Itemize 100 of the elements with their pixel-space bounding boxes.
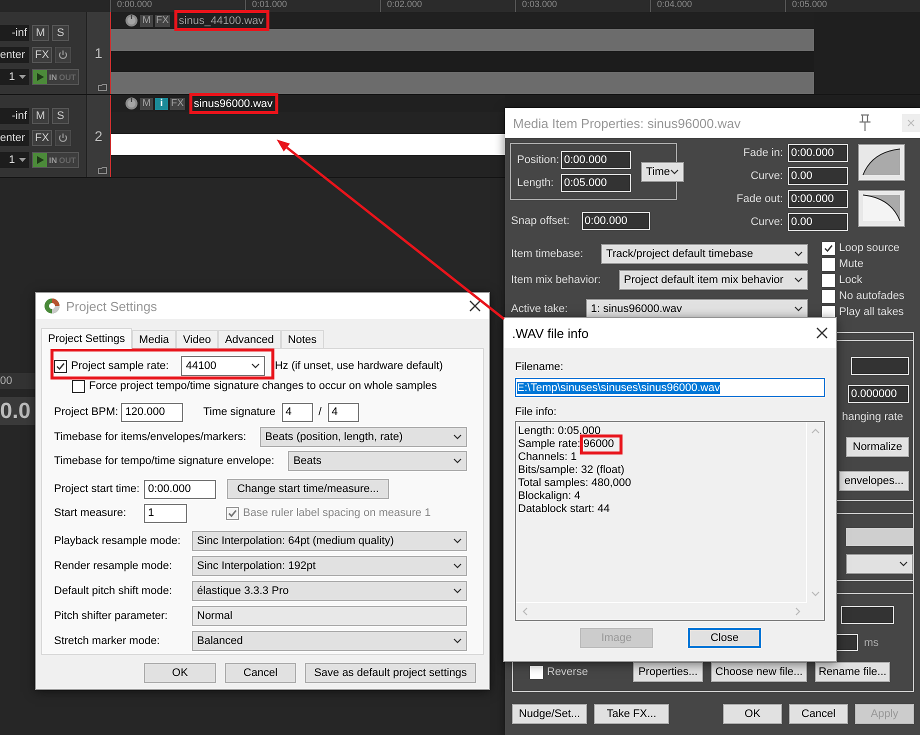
- mute-button[interactable]: M: [140, 98, 153, 110]
- input-field[interactable]: 0.000000: [848, 385, 909, 403]
- input-field[interactable]: [841, 606, 894, 624]
- dropdown[interactable]: Sinc Interpolation: 64pt (medium quality): [192, 531, 467, 551]
- pin-icon[interactable]: [858, 114, 872, 132]
- input-field[interactable]: 0:00.000: [788, 190, 848, 208]
- field-label: Filename:: [515, 361, 564, 373]
- knob-icon[interactable]: [125, 14, 138, 27]
- input-field[interactable]: 1: [0, 152, 29, 168]
- dropdown[interactable]: Track/project default timebase: [601, 244, 808, 264]
- fx-button[interactable]: FX: [155, 14, 170, 26]
- field-label: Fade out:: [736, 192, 783, 207]
- dropdown[interactable]: Project default item mix behavior: [618, 270, 808, 290]
- pan-field[interactable]: enter: [0, 47, 29, 63]
- power-icon[interactable]: [55, 130, 72, 146]
- field-label: Time signature: [203, 406, 276, 418]
- folder-icon[interactable]: [98, 167, 107, 174]
- field-label: Project sample rate:: [71, 360, 169, 372]
- mute-button[interactable]: M: [32, 25, 49, 41]
- input-field[interactable]: 1: [0, 69, 29, 85]
- info-button[interactable]: i: [155, 98, 168, 110]
- mute-button[interactable]: M: [140, 14, 153, 26]
- tab[interactable]: Notes: [280, 330, 324, 348]
- dropdown[interactable]: Sinc Interpolation: 192pt: [192, 556, 467, 576]
- checkbox[interactable]: [530, 666, 543, 678]
- input-field[interactable]: 4: [328, 402, 359, 422]
- track-number: 1: [94, 45, 102, 61]
- solo-button[interactable]: S: [52, 108, 69, 124]
- normalize-button[interactable]: Normalize: [846, 437, 909, 457]
- close-button[interactable]: Close: [688, 628, 761, 648]
- solo-button[interactable]: S: [52, 25, 69, 41]
- checkbox-label: Mute: [839, 258, 864, 270]
- input-field[interactable]: 0:00.000: [561, 151, 631, 169]
- save-default-button[interactable]: Save as default project settings: [305, 663, 476, 683]
- input-field[interactable]: 120.000: [121, 402, 184, 422]
- field-label: Render resample mode:: [54, 560, 174, 572]
- dropdown[interactable]: élastique 3.3.3 Pro: [192, 581, 467, 601]
- tab[interactable]: Advanced: [218, 330, 281, 348]
- envelopes-button[interactable]: envelopes...: [839, 471, 909, 491]
- checkbox[interactable]: [54, 360, 67, 372]
- cancel-button[interactable]: Cancel: [225, 663, 296, 683]
- fx-button[interactable]: FX: [32, 130, 52, 146]
- rename-file-button[interactable]: Rename file...: [815, 662, 890, 682]
- properties-button[interactable]: Properties...: [633, 662, 703, 682]
- pan-field[interactable]: enter: [0, 130, 29, 146]
- checkbox[interactable]: [822, 274, 835, 286]
- caret-icon: [453, 563, 462, 569]
- input-field[interactable]: Normal: [192, 606, 467, 626]
- dropdown[interactable]: 1: sinus96000.wav: [586, 299, 808, 319]
- input-field[interactable]: 4: [282, 402, 313, 422]
- checkbox-label: Loop source: [839, 242, 900, 254]
- tab[interactable]: Video: [176, 330, 218, 348]
- dialog-button[interactable]: Nudge/Set...: [512, 704, 587, 724]
- choose-file-button[interactable]: Choose new file...: [711, 662, 807, 682]
- checkbox[interactable]: [72, 380, 85, 392]
- volume-field[interactable]: -inf: [0, 108, 29, 124]
- separator-text: /: [318, 406, 322, 418]
- fade-out-curve-drawing[interactable]: [858, 190, 905, 227]
- input-field[interactable]: [846, 528, 913, 546]
- input-field[interactable]: [851, 357, 909, 375]
- dropdown[interactable]: 44100: [180, 356, 265, 376]
- filename-field[interactable]: E:\Temp\sinuses\sinuses\sinus96000.wav: [515, 378, 825, 397]
- input-field[interactable]: 0:05.000: [561, 174, 631, 192]
- knob-icon[interactable]: [125, 97, 138, 110]
- field-label: Curve:: [750, 169, 783, 184]
- dropdown[interactable]: Balanced: [192, 631, 467, 651]
- close-icon[interactable]: [469, 300, 481, 312]
- input-field[interactable]: 0.00: [788, 167, 848, 185]
- input-field[interactable]: 0:00.000: [144, 480, 216, 498]
- dropdown[interactable]: Beats: [288, 451, 467, 471]
- volume-field[interactable]: -inf: [0, 25, 29, 41]
- folder-icon[interactable]: [98, 84, 107, 91]
- fx-button[interactable]: FX: [170, 98, 185, 110]
- dialog-button[interactable]: Take FX...: [594, 704, 669, 724]
- tab[interactable]: Media: [132, 330, 176, 348]
- checkbox[interactable]: [822, 290, 835, 302]
- fade-in-curve-drawing[interactable]: [858, 144, 905, 181]
- dialog-button[interactable]: Cancel: [789, 704, 848, 724]
- tab[interactable]: Project Settings: [41, 328, 132, 349]
- dropdown[interactable]: Time: [641, 162, 684, 182]
- dropdown[interactable]: [846, 554, 913, 574]
- field-label: Start measure:: [54, 507, 128, 519]
- item-name: sinus96000.wav: [194, 98, 273, 110]
- power-icon[interactable]: [55, 47, 72, 63]
- change-start-button[interactable]: Change start time/measure...: [227, 479, 389, 499]
- checkbox[interactable]: [822, 306, 835, 318]
- close-icon[interactable]: [816, 327, 828, 339]
- caret-icon: [18, 74, 27, 80]
- checkbox[interactable]: [822, 258, 835, 270]
- input-field[interactable]: 0:00.000: [788, 144, 848, 162]
- mute-button[interactable]: M: [32, 108, 49, 124]
- input-field[interactable]: 0.00: [788, 213, 848, 231]
- input-field[interactable]: 0:00.000: [582, 212, 650, 230]
- fx-button[interactable]: FX: [32, 47, 52, 63]
- input-field[interactable]: 1: [144, 504, 187, 522]
- checkbox-label: Lock: [839, 274, 862, 286]
- checkbox[interactable]: [822, 242, 835, 254]
- ok-button[interactable]: OK: [144, 663, 216, 683]
- dropdown[interactable]: Beats (position, length, rate): [260, 427, 467, 447]
- dialog-button[interactable]: OK: [723, 704, 782, 724]
